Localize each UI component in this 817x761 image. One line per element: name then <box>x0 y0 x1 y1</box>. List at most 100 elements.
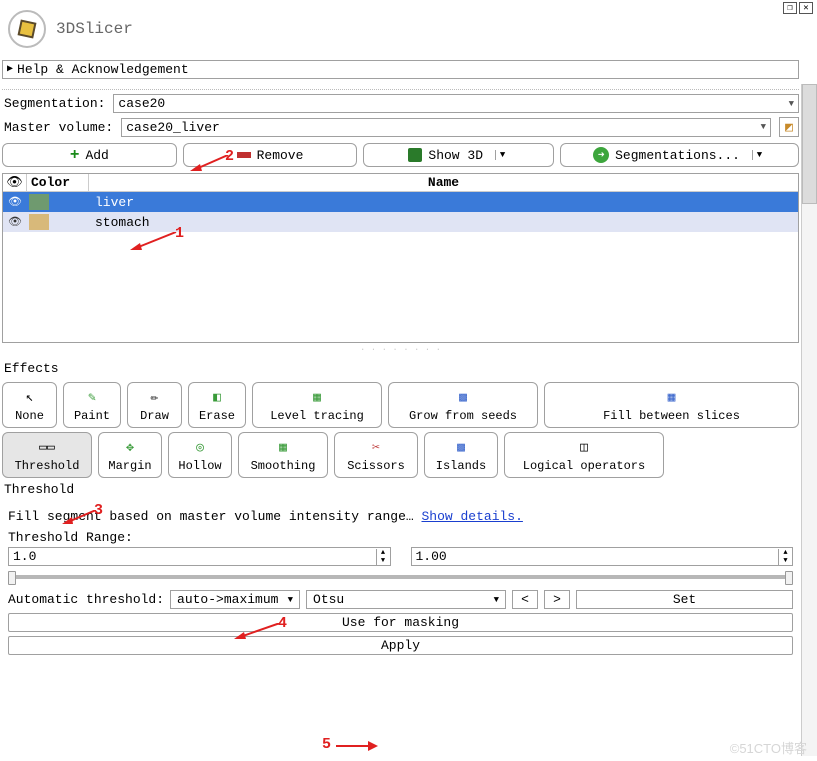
master-volume-label: Master volume: <box>2 120 117 135</box>
logical-ops-icon: ◫ <box>574 437 594 457</box>
col-name: Name <box>89 174 798 191</box>
remove-button[interactable]: Remove <box>183 143 358 167</box>
watermark-text: ©51CTO博客 <box>730 738 807 757</box>
fill-slices-icon: ▦ <box>662 387 682 407</box>
threshold-low-input[interactable]: ▲▼ <box>8 547 391 566</box>
level-trace-icon: ▦ <box>307 387 327 407</box>
segmentation-value: case20 <box>118 96 165 111</box>
effect-none-button[interactable]: ↖ None <box>2 382 57 428</box>
add-button[interactable]: + Add <box>2 143 177 167</box>
effect-logical-operators-button[interactable]: ◫ Logical operators <box>504 432 664 478</box>
add-label: Add <box>85 148 108 163</box>
window-controls: ❐ ✕ <box>783 2 813 14</box>
segmentation-label: Segmentation: <box>2 96 109 111</box>
effect-hollow-button[interactable]: ◎ Hollow <box>168 432 232 478</box>
slider-thumb-low[interactable] <box>8 571 16 585</box>
segmentation-combo[interactable]: case20 ▼ <box>113 94 799 113</box>
threshold-range-row: ▲▼ ▲▼ <box>8 547 793 566</box>
effects-row-1: ↖ None ✎ Paint ✏ Draw ◧ Erase ▦ Level tr… <box>2 382 799 428</box>
paint-icon: ✎ <box>82 387 102 407</box>
threshold-high-field[interactable] <box>412 548 779 565</box>
effect-scissors-button[interactable]: ✂ Scissors <box>334 432 418 478</box>
grow-seeds-icon: ▩ <box>453 387 473 407</box>
help-acknowledgement-panel[interactable]: ▶ Help & Acknowledgement <box>2 60 799 79</box>
effect-fill-between-slices-button[interactable]: ▦ Fill between slices <box>544 382 799 428</box>
spinner-buttons[interactable]: ▲▼ <box>778 549 792 565</box>
effects-row-2: ▭▭ Threshold ✥ Margin ◎ Hollow ▦ Smoothi… <box>2 432 799 478</box>
prev-method-button[interactable]: < <box>512 590 538 609</box>
slider-thumb-high[interactable] <box>785 571 793 585</box>
margin-icon: ✥ <box>120 437 140 457</box>
effect-draw-button[interactable]: ✏ Draw <box>127 382 182 428</box>
app-logo-icon <box>6 8 48 50</box>
chevron-down-icon: ▼ <box>761 122 766 132</box>
erase-icon: ◧ <box>207 387 227 407</box>
annotation-arrow-5 <box>336 740 378 752</box>
visibility-toggle[interactable]: 👁 <box>3 195 27 209</box>
threshold-description: Fill segment based on master volume inte… <box>8 507 793 526</box>
chevron-down-icon: ▼ <box>288 595 293 605</box>
effect-smoothing-button[interactable]: ▦ Smoothing <box>238 432 328 478</box>
threshold-high-input[interactable]: ▲▼ <box>411 547 794 566</box>
segment-name: stomach <box>91 215 798 230</box>
auto-method-combo[interactable]: Otsu▼ <box>306 590 506 609</box>
threshold-icon: ▭▭ <box>37 437 57 457</box>
threshold-low-field[interactable] <box>9 548 376 565</box>
spinner-buttons[interactable]: ▲▼ <box>376 549 390 565</box>
master-volume-row: Master volume: case20_liver ▼ ◩ <box>2 117 799 137</box>
table-row[interactable]: 👁 stomach <box>3 212 798 232</box>
app-header: 3DSlicer <box>0 0 817 60</box>
col-color: Color <box>27 174 89 191</box>
help-title: Help & Acknowledgement <box>17 62 189 77</box>
effect-threshold-button[interactable]: ▭▭ Threshold <box>2 432 92 478</box>
scissors-icon: ✂ <box>366 437 386 457</box>
pencil-icon: ✏ <box>145 387 165 407</box>
effect-erase-button[interactable]: ◧ Erase <box>188 382 246 428</box>
segment-name: liver <box>91 195 798 210</box>
chevron-down-icon[interactable]: ▼ <box>752 150 766 160</box>
use-for-masking-button[interactable]: Use for masking <box>8 613 793 632</box>
plus-icon: + <box>70 148 80 162</box>
apply-button[interactable]: Apply <box>8 636 793 655</box>
cursor-icon: ↖ <box>20 387 40 407</box>
show-details-link[interactable]: Show details. <box>421 509 522 524</box>
annotation-5: 5 <box>322 736 331 753</box>
threshold-panel: Fill segment based on master volume inte… <box>2 503 799 655</box>
restore-icon[interactable]: ❐ <box>783 2 797 14</box>
chevron-down-icon: ▼ <box>494 595 499 605</box>
effect-islands-button[interactable]: ▩ Islands <box>424 432 498 478</box>
chevron-right-icon: ▶ <box>7 65 13 75</box>
table-header: 👁 Color Name <box>3 174 798 192</box>
hollow-icon: ◎ <box>190 437 210 457</box>
close-icon[interactable]: ✕ <box>799 2 813 14</box>
effect-grow-from-seeds-button[interactable]: ▩ Grow from seeds <box>388 382 538 428</box>
chevron-down-icon: ▼ <box>789 99 794 109</box>
color-swatch[interactable] <box>29 214 49 230</box>
resize-grip-icon[interactable]: · · · · · · · · <box>2 345 799 355</box>
show-3d-label: Show 3D <box>428 148 483 163</box>
auto-mode-combo[interactable]: auto->maximum▼ <box>170 590 300 609</box>
segment-toolbar: + Add Remove Show 3D ▼ ➜ Segmentations..… <box>2 143 799 167</box>
effect-paint-button[interactable]: ✎ Paint <box>63 382 121 428</box>
chevron-down-icon[interactable]: ▼ <box>495 150 509 160</box>
threshold-range-label: Threshold Range: <box>8 530 793 545</box>
show-3d-button[interactable]: Show 3D ▼ <box>363 143 554 167</box>
effect-margin-button[interactable]: ✥ Margin <box>98 432 162 478</box>
segmentations-button[interactable]: ➜ Segmentations... ▼ <box>560 143 799 167</box>
arrow-right-circle-icon: ➜ <box>593 147 609 163</box>
master-volume-combo[interactable]: case20_liver ▼ <box>121 118 771 137</box>
scrollbar-thumb[interactable] <box>802 84 817 204</box>
volume-settings-button[interactable]: ◩ <box>779 117 799 137</box>
automatic-threshold-row: Automatic threshold: auto->maximum▼ Otsu… <box>8 590 793 609</box>
master-volume-value: case20_liver <box>126 120 220 135</box>
set-button[interactable]: Set <box>576 590 793 609</box>
next-method-button[interactable]: > <box>544 590 570 609</box>
table-row[interactable]: 👁 liver <box>3 192 798 212</box>
vertical-scrollbar[interactable] <box>801 84 817 756</box>
threshold-range-slider[interactable] <box>8 570 793 584</box>
effect-level-tracing-button[interactable]: ▦ Level tracing <box>252 382 382 428</box>
gear-icon: ◩ <box>785 120 793 135</box>
smoothing-icon: ▦ <box>273 437 293 457</box>
color-swatch[interactable] <box>29 194 49 210</box>
visibility-toggle[interactable]: 👁 <box>3 215 27 229</box>
